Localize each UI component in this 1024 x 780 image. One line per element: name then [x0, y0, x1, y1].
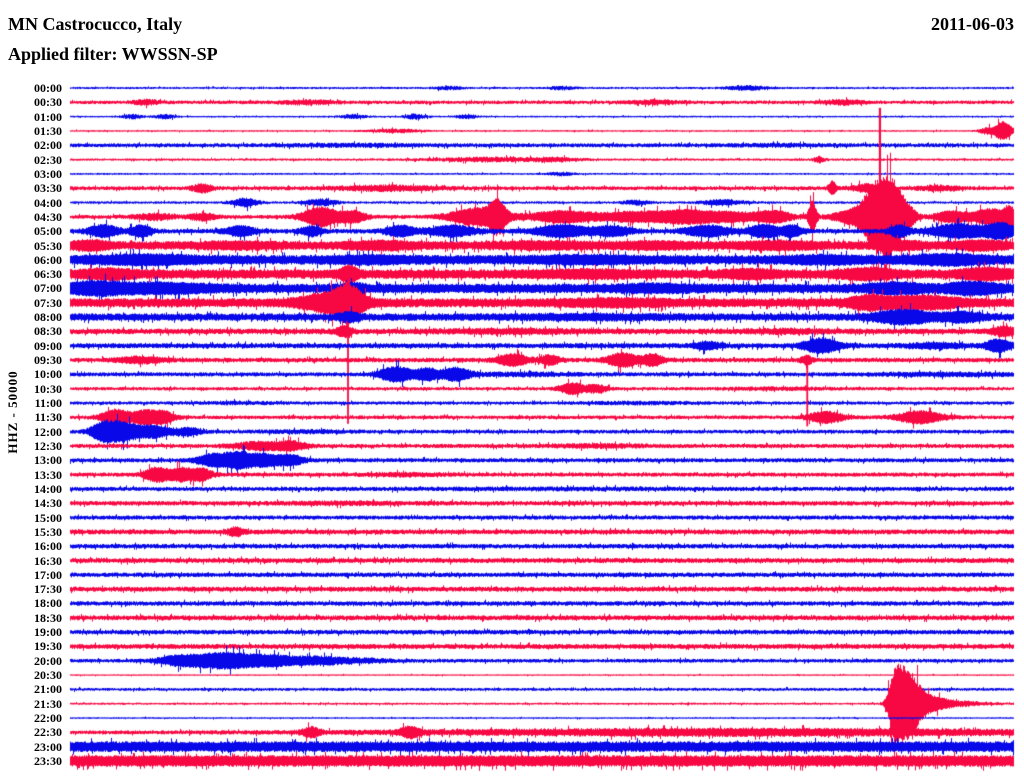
helicorder-traces-canvas	[0, 0, 1024, 780]
helicorder-page: MN Castrocucco, Italy 2011-06-03 Applied…	[0, 0, 1024, 780]
